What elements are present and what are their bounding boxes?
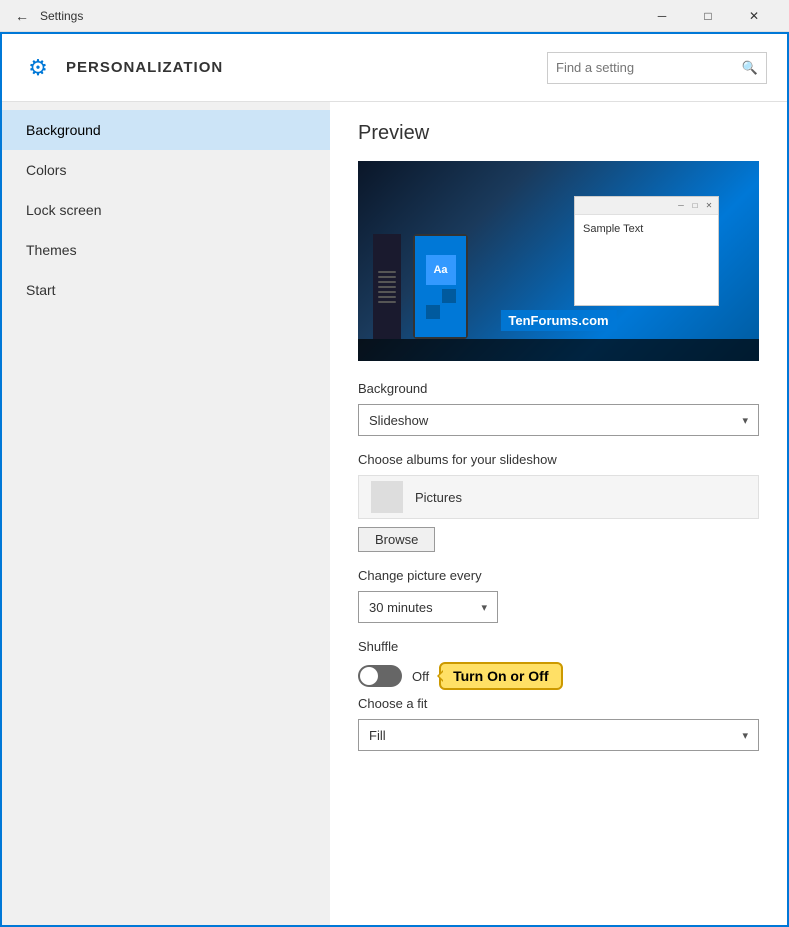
app-title: PERSONALIZATION bbox=[66, 59, 547, 76]
search-box[interactable]: 🔍 bbox=[547, 52, 767, 84]
choose-fit-dropdown[interactable]: Fill ▾ bbox=[358, 719, 759, 751]
search-input[interactable] bbox=[556, 60, 742, 75]
background-label: Background bbox=[358, 381, 759, 396]
change-picture-value: 30 minutes bbox=[369, 600, 481, 615]
chevron-down-icon-3: ▾ bbox=[742, 729, 748, 742]
sidebar-item-colors[interactable]: Colors bbox=[2, 150, 330, 190]
main-panel: Preview bbox=[330, 102, 787, 925]
sidebar-item-start[interactable]: Start bbox=[2, 270, 330, 310]
sidebar-item-themes[interactable]: Themes bbox=[2, 230, 330, 270]
change-picture-label: Change picture every bbox=[358, 568, 759, 583]
sidebar-item-background[interactable]: Background bbox=[2, 110, 330, 150]
change-picture-dropdown[interactable]: 30 minutes ▾ bbox=[358, 591, 498, 623]
sidebar: Background Colors Lock screen Themes Sta… bbox=[2, 102, 330, 925]
maximize-button[interactable]: □ bbox=[685, 0, 731, 32]
toggle-state-label: Off bbox=[412, 669, 429, 684]
content-area: Background Colors Lock screen Themes Sta… bbox=[2, 102, 787, 925]
search-icon: 🔍 bbox=[742, 60, 758, 76]
album-item[interactable]: Pictures bbox=[358, 475, 759, 519]
titlebar: ← Settings ─ □ ✕ bbox=[0, 0, 789, 32]
tooltip-bubble: Turn On or Off bbox=[439, 662, 562, 690]
shuffle-label: Shuffle bbox=[358, 639, 759, 654]
background-dropdown[interactable]: Slideshow ▾ bbox=[358, 404, 759, 436]
preview-left-panel bbox=[373, 234, 401, 339]
preview-background: Aa ─ □ bbox=[358, 161, 759, 361]
album-name: Pictures bbox=[415, 490, 462, 505]
sample-text: Sample Text bbox=[575, 215, 718, 243]
shuffle-toggle-row: Off Turn On or Off bbox=[358, 662, 759, 690]
watermark: TenForums.com bbox=[500, 310, 616, 331]
toggle-knob bbox=[360, 667, 378, 685]
section-title: Preview bbox=[358, 122, 759, 145]
preview-taskbar bbox=[358, 339, 759, 361]
browse-button[interactable]: Browse bbox=[358, 527, 435, 552]
settings-window: ⚙ PERSONALIZATION 🔍 Background Colors Lo… bbox=[0, 32, 789, 927]
settings-icon: ⚙ bbox=[22, 52, 54, 84]
choose-fit-value: Fill bbox=[369, 728, 742, 743]
choose-fit-label: Choose a fit bbox=[358, 696, 759, 711]
album-thumbnail bbox=[371, 481, 403, 513]
preview-phone: Aa bbox=[413, 234, 468, 339]
shuffle-toggle[interactable] bbox=[358, 665, 402, 687]
titlebar-title: Settings bbox=[40, 9, 639, 23]
shuffle-section: Shuffle Off Turn On or Off bbox=[358, 639, 759, 690]
preview-area: Aa ─ □ bbox=[358, 161, 759, 361]
background-dropdown-value: Slideshow bbox=[369, 413, 742, 428]
sidebar-item-lock-screen[interactable]: Lock screen bbox=[2, 190, 330, 230]
preview-window: ─ □ ✕ Sample Text bbox=[574, 196, 719, 306]
chevron-down-icon-2: ▾ bbox=[481, 601, 487, 614]
chevron-down-icon: ▾ bbox=[742, 414, 748, 427]
window-controls: ─ □ ✕ bbox=[639, 0, 777, 32]
minimize-button[interactable]: ─ bbox=[639, 0, 685, 32]
albums-label: Choose albums for your slideshow bbox=[358, 452, 759, 467]
back-button[interactable]: ← bbox=[12, 6, 32, 26]
settings-header: ⚙ PERSONALIZATION 🔍 bbox=[2, 34, 787, 102]
close-button[interactable]: ✕ bbox=[731, 0, 777, 32]
preview-phone-aa: Aa bbox=[426, 255, 456, 285]
